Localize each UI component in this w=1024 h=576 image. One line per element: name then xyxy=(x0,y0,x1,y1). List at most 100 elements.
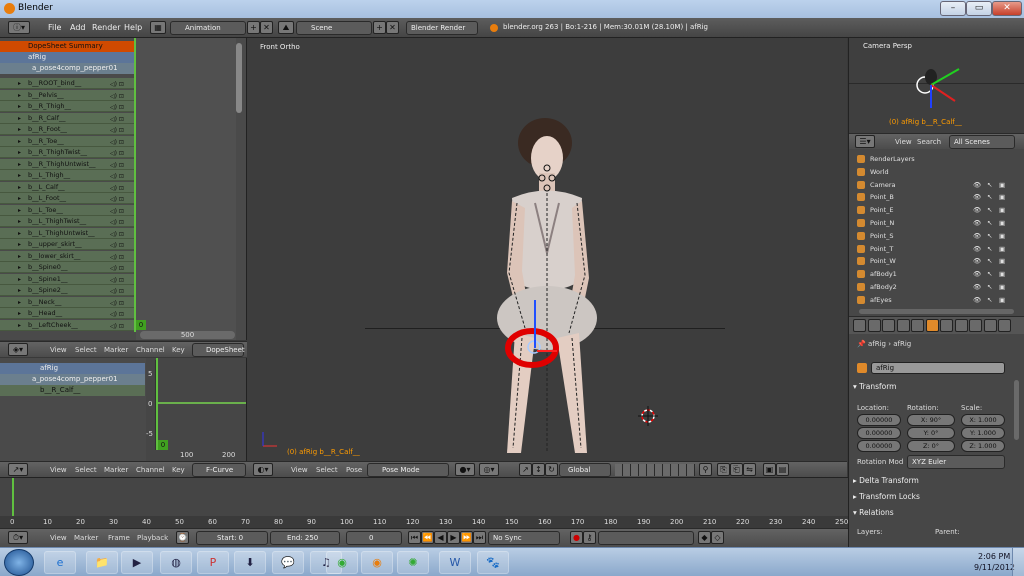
rotation-y-field[interactable]: Y: 0° xyxy=(907,427,955,439)
outliner-item[interactable]: afBody1 👁 ↖ ▣ xyxy=(849,268,1015,280)
expand-icon[interactable]: ▸ xyxy=(18,205,21,216)
outliner-filter-select[interactable]: All Scenes xyxy=(949,135,1015,149)
expand-icon[interactable]: ▸ xyxy=(18,159,21,170)
pose-paste-icon[interactable]: ⎗ xyxy=(730,463,743,476)
bone-channel-row[interactable]: ▸ b__Spine1__ ◁) ⊡ xyxy=(0,273,135,286)
properties-tab-icon[interactable] xyxy=(998,319,1011,332)
camera-viewport[interactable]: Camera Persp (0) afRig b__R_Calf__ xyxy=(848,38,1024,133)
outliner-item[interactable]: Point_B 👁 ↖ ▣ xyxy=(849,191,1015,203)
show-desktop-button[interactable] xyxy=(1012,548,1024,576)
render-camera-icon[interactable]: ▣ xyxy=(999,204,1005,216)
properties-tab-icon[interactable] xyxy=(954,319,968,332)
visibility-eye-icon[interactable]: 👁 xyxy=(973,179,981,191)
select-arrow-icon[interactable]: ↖ xyxy=(987,191,992,203)
menu-channel[interactable]: Channel xyxy=(136,346,165,354)
viewport-menu-select[interactable]: Select xyxy=(316,466,338,474)
select-arrow-icon[interactable]: ↖ xyxy=(987,294,992,306)
bone-channel-row[interactable]: ▸ b__Neck__ ◁) ⊡ xyxy=(0,296,135,308)
pin-icon[interactable]: 📌 xyxy=(857,340,868,348)
render-camera-icon[interactable]: ▣ xyxy=(999,191,1005,203)
mute-lock-icons[interactable]: ◁) ⊡ xyxy=(110,194,124,205)
outliner-item[interactable]: Point_S 👁 ↖ ▣ xyxy=(849,230,1015,242)
start-frame-field[interactable]: Start: 0 xyxy=(196,531,268,545)
bone-channel-row[interactable]: ▸ b__LeftCheek__ ◁) ⊡ xyxy=(0,319,135,331)
expand-icon[interactable]: ▸ xyxy=(18,216,21,227)
mute-lock-icons[interactable]: ◁) ⊡ xyxy=(110,183,124,194)
bone-channel-row[interactable]: ▸ b__Pelvis__ ◁) ⊡ xyxy=(0,89,135,101)
network-app-icon[interactable]: ✺ xyxy=(397,551,429,574)
translate-icon[interactable]: ↕ xyxy=(532,463,545,476)
screen-layout-select[interactable]: Animation xyxy=(170,21,246,35)
remove-screen-button[interactable]: ✕ xyxy=(260,21,273,34)
keying-set-field[interactable] xyxy=(598,531,694,545)
record-keyframe-icon[interactable]: ● xyxy=(570,531,583,544)
insert-keyframe-icon[interactable]: ◆ xyxy=(698,531,711,544)
visibility-eye-icon[interactable]: 👁 xyxy=(973,268,981,280)
outliner-item[interactable]: World xyxy=(849,166,1015,178)
render-camera-icon[interactable]: ▣ xyxy=(999,294,1005,306)
mute-lock-icons[interactable]: ◁) ⊡ xyxy=(110,148,124,159)
viewport-editor-type-icon[interactable]: ◐▾ xyxy=(253,463,273,476)
outliner-editor-type-icon[interactable]: ☰▾ xyxy=(855,135,875,148)
pivot-icon[interactable]: ◎▾ xyxy=(479,463,499,476)
bone-channel-row[interactable]: ▸ b__L_Toe__ ◁) ⊡ xyxy=(0,204,135,216)
visibility-eye-icon[interactable]: 👁 xyxy=(973,204,981,216)
editor-type-icon[interactable]: ⓘ▾ xyxy=(8,21,30,34)
menu-view[interactable]: View xyxy=(50,346,67,354)
outliner-item[interactable]: afEyes 👁 ↖ ▣ xyxy=(849,294,1015,306)
visibility-eye-icon[interactable]: 👁 xyxy=(973,281,981,293)
expand-icon[interactable]: ▸ xyxy=(18,147,21,158)
transform-locks-panel[interactable]: ▸ Transform Locks xyxy=(853,492,920,501)
fcurve-object-row[interactable]: afRig xyxy=(0,363,145,374)
properties-tab-icon[interactable] xyxy=(911,319,924,332)
expand-icon[interactable]: ▸ xyxy=(18,285,21,296)
scale-x-field[interactable]: X: 1.000 xyxy=(961,414,1005,426)
mute-lock-icons[interactable]: ◁) ⊡ xyxy=(110,79,124,90)
file-explorer-icon[interactable]: 📁 xyxy=(86,551,118,574)
downloads-icon[interactable]: ⬇ xyxy=(234,551,266,574)
render-camera-icon[interactable]: ▣ xyxy=(999,255,1005,267)
powerpoint-icon[interactable]: P xyxy=(197,551,229,574)
interaction-mode-select[interactable]: Pose Mode xyxy=(367,463,449,477)
render-engine-select[interactable]: Blender Render xyxy=(406,21,478,35)
add-screen-button[interactable]: + xyxy=(247,21,260,34)
viewport-menu-pose[interactable]: Pose xyxy=(346,466,362,474)
select-arrow-icon[interactable]: ↖ xyxy=(987,217,992,229)
mute-lock-icons[interactable]: ◁) ⊡ xyxy=(110,102,124,113)
rotation-mode-select[interactable]: XYZ Euler xyxy=(907,455,1005,469)
location-y-field[interactable]: 0.00000 xyxy=(857,427,901,439)
menu-select[interactable]: Select xyxy=(75,346,97,354)
horizontal-scrollbar[interactable]: 500 xyxy=(140,331,235,339)
delta-transform-panel[interactable]: ▸ Delta Transform xyxy=(853,476,919,485)
relations-panel[interactable]: ▾ Relations xyxy=(853,508,894,517)
menu-key[interactable]: Key xyxy=(172,346,185,354)
add-scene-button[interactable]: + xyxy=(373,21,386,34)
pose-flip-icon[interactable]: ⇋ xyxy=(743,463,756,476)
scene-select[interactable]: Scene xyxy=(296,21,372,35)
expand-icon[interactable]: ▸ xyxy=(18,124,21,135)
blender-taskbar-icon[interactable]: ◉ xyxy=(361,551,393,574)
minimize-button[interactable]: – xyxy=(940,1,966,16)
render-camera-icon[interactable]: ▣ xyxy=(999,268,1005,280)
keying-set-icon[interactable]: ⚷ xyxy=(583,531,596,544)
expand-icon[interactable]: ▸ xyxy=(18,239,21,250)
expand-icon[interactable]: ▸ xyxy=(18,90,21,101)
word-icon[interactable]: W xyxy=(439,551,471,574)
select-arrow-icon[interactable]: ↖ xyxy=(987,204,992,216)
outliner-item[interactable]: Camera 👁 ↖ ▣ xyxy=(849,179,1015,191)
properties-tab-icon[interactable] xyxy=(882,319,895,332)
bone-channel-row[interactable]: ▸ b__R_ThighUntwist__ ◁) ⊡ xyxy=(0,158,135,171)
bone-channel-row[interactable]: ▸ b__Spine0__ ◁) ⊡ xyxy=(0,262,135,273)
bone-channel-row[interactable]: ▸ b__R_Thigh__ ◁) ⊡ xyxy=(0,101,135,112)
expand-icon[interactable]: ▸ xyxy=(18,228,21,239)
properties-scrollbar[interactable] xyxy=(1014,380,1019,440)
maximize-button[interactable]: ▭ xyxy=(966,1,992,16)
mute-lock-icons[interactable]: ◁) ⊡ xyxy=(110,160,124,171)
rotation-z-field[interactable]: Z: 0° xyxy=(907,440,955,452)
dopesheet-object-row[interactable]: afRig xyxy=(0,52,135,63)
bone-channel-row[interactable]: ▸ b__L_Calf__ ◁) ⊡ xyxy=(0,181,135,194)
talk-icon[interactable]: 💬 xyxy=(272,551,304,574)
screen-layout-icon[interactable]: ▦ xyxy=(150,21,166,34)
mute-lock-icons[interactable]: ◁) ⊡ xyxy=(110,275,124,286)
menu-render[interactable]: Render xyxy=(92,23,120,32)
